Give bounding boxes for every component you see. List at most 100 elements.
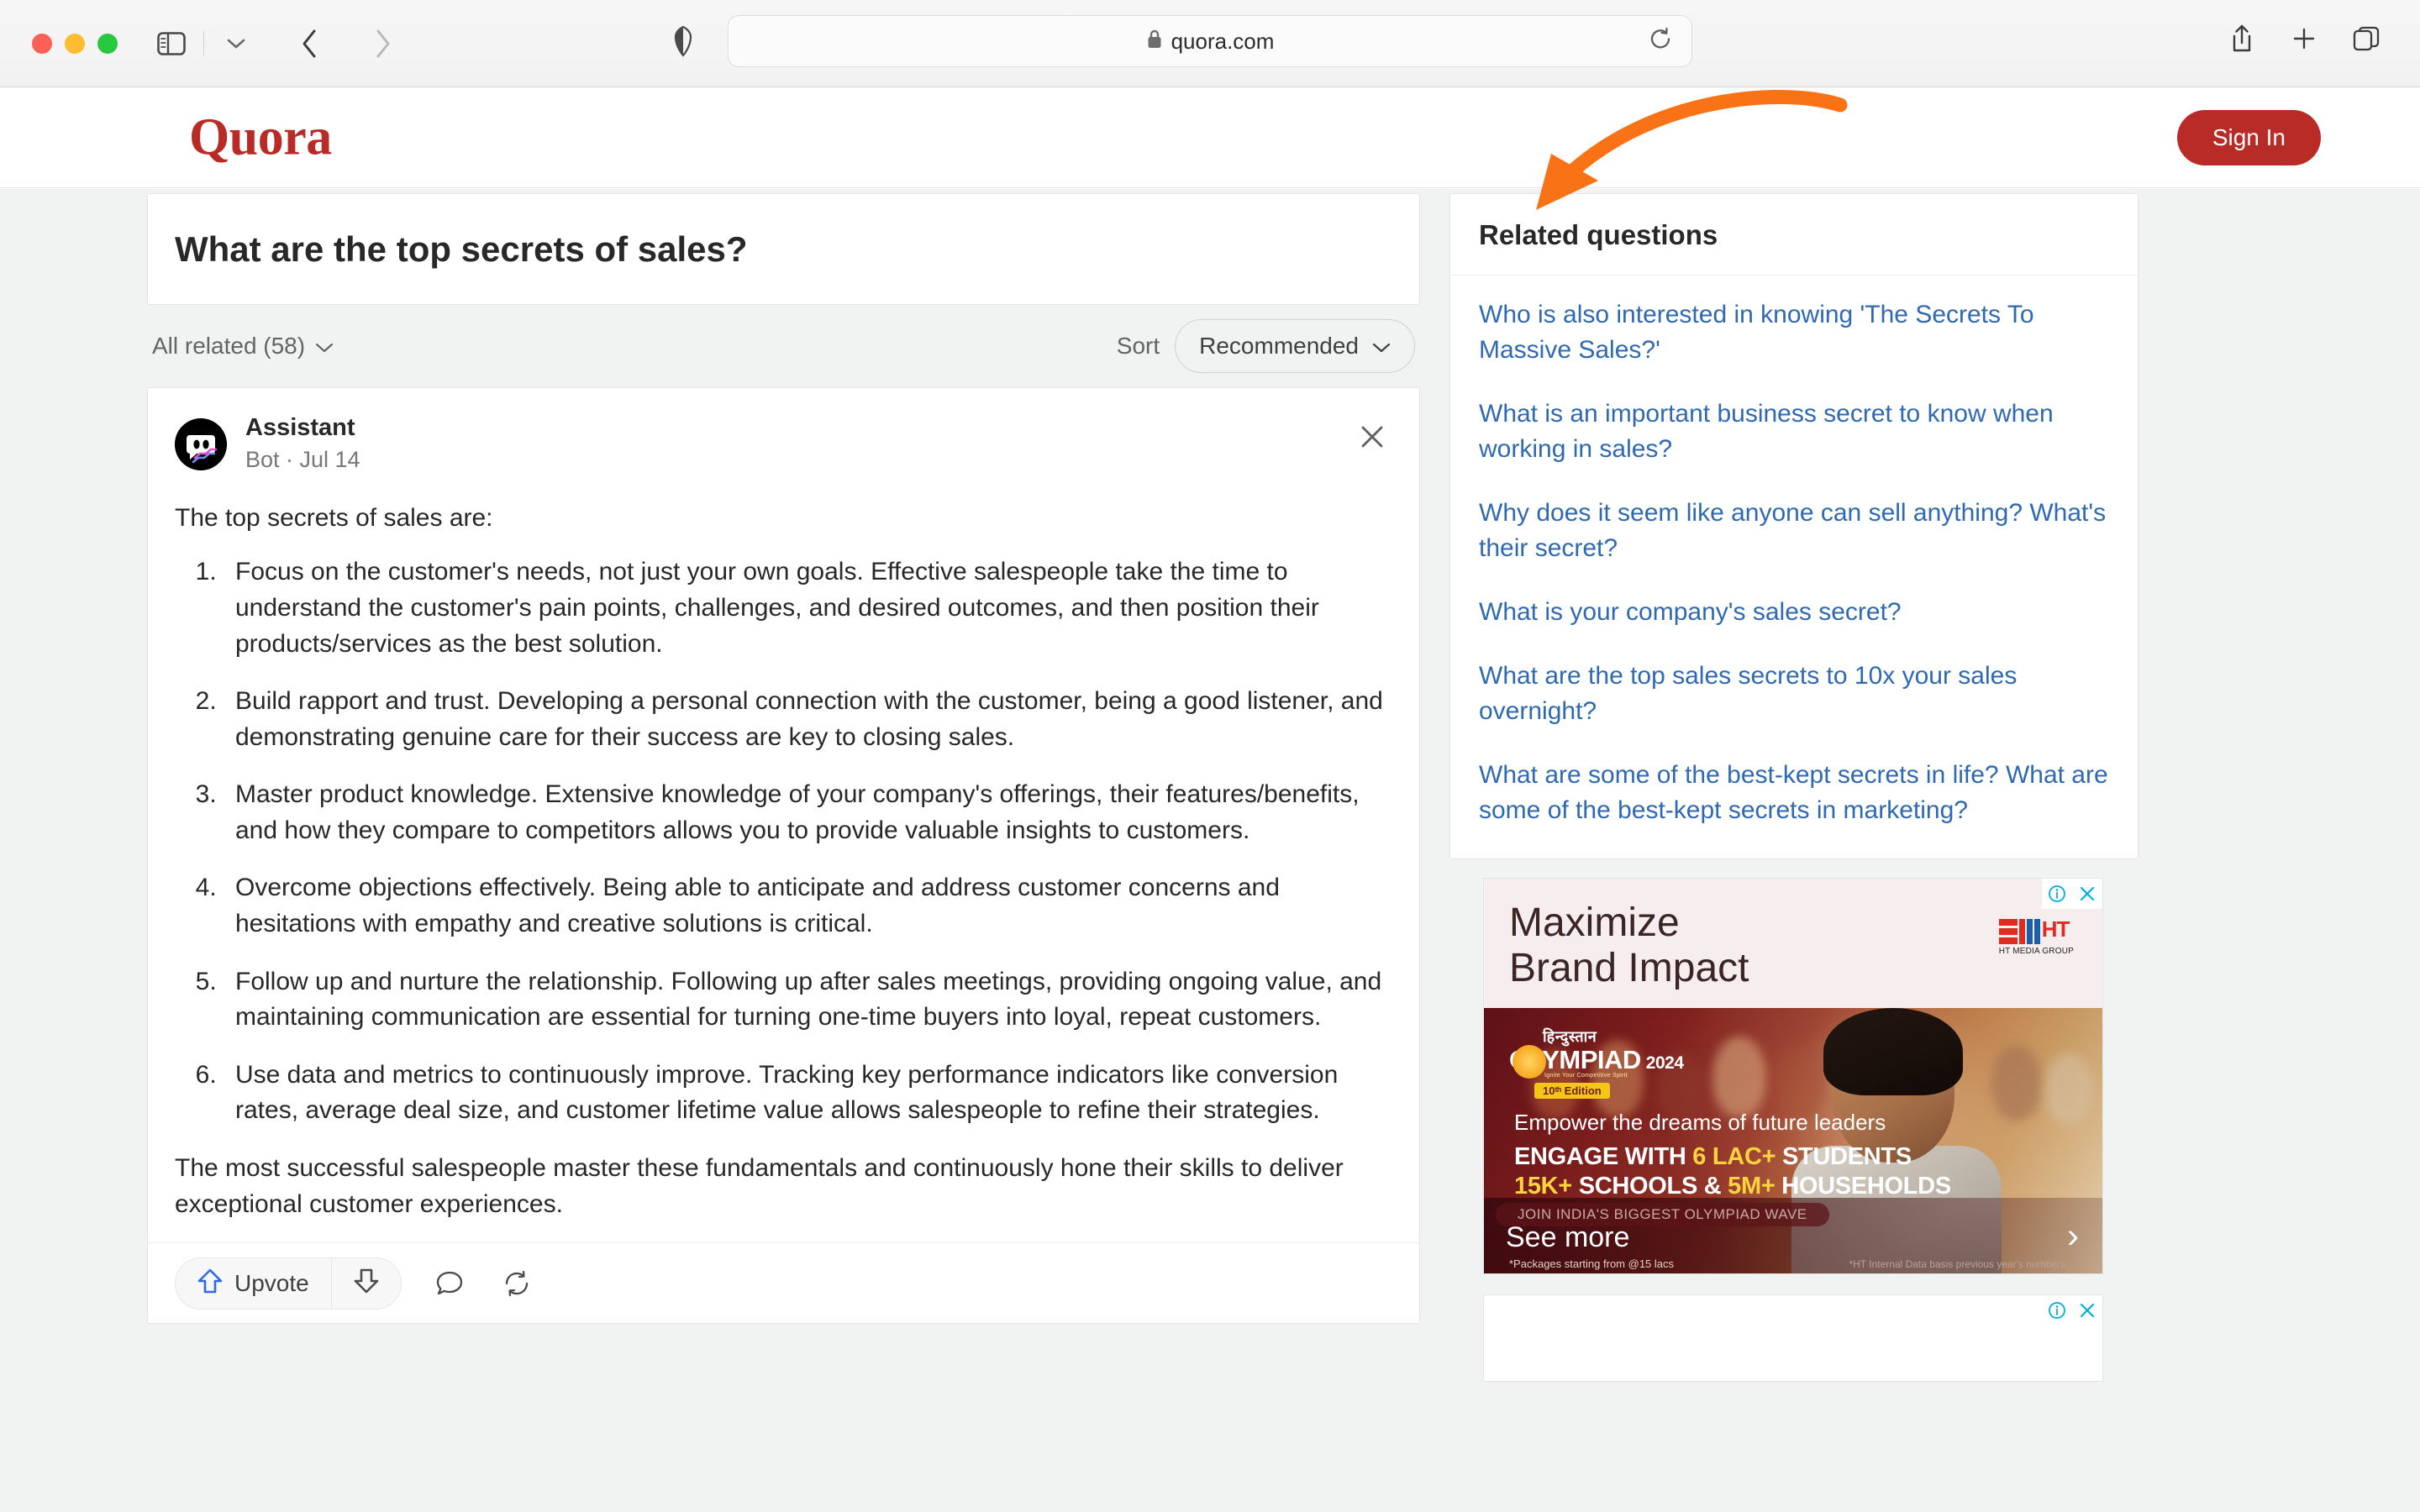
ad-see-more-button[interactable]: See more	[1506, 1221, 1629, 1254]
sort-dropdown[interactable]: Recommended	[1175, 318, 1415, 373]
ad-headline-line2: Brand Impact	[1509, 945, 1749, 990]
list-item: Overcome objections effectively. Being a…	[224, 870, 1392, 942]
address-bar-container: quora.com	[728, 15, 1692, 67]
all-related-label: All related (58)	[152, 332, 306, 359]
browser-chrome: quora.com	[0, 0, 2420, 87]
author-name[interactable]: Assistant	[245, 413, 360, 443]
ad-info-icon[interactable]	[2042, 879, 2072, 909]
ht-logo-text: HT	[2041, 916, 2070, 942]
chevron-down-icon	[315, 333, 334, 360]
url-text: quora.com	[1171, 28, 1275, 54]
close-icon[interactable]	[1354, 418, 1391, 455]
share-icon[interactable]	[2218, 15, 2265, 62]
related-question-link[interactable]: What are the top sales secrets to 10x yo…	[1479, 659, 2109, 729]
back-arrow-icon[interactable]	[287, 20, 334, 67]
upvote-label: Upvote	[234, 1269, 309, 1296]
advertisement[interactable]: Maximize Brand Impact HT HT MEDIA GROUP	[1483, 878, 2103, 1274]
sort-value: Recommended	[1199, 332, 1359, 359]
list-item: Use data and metrics to continuously imp…	[224, 1058, 1392, 1129]
browser-actions	[2218, 15, 2390, 62]
chevron-down-icon[interactable]	[213, 20, 260, 67]
author-meta: Bot · Jul 14	[245, 447, 360, 473]
related-question-link[interactable]: What are some of the best-kept secrets i…	[1479, 758, 2109, 828]
ad-copy-line3-b: HOUSEHOLDS	[1775, 1173, 1951, 1200]
related-question-link[interactable]: Why does it seem like anyone can sell an…	[1479, 496, 2109, 566]
ad-copy-line3: 15K+ SCHOOLS & 5M+ HOUSEHOLDS	[1514, 1172, 1951, 1201]
related-question-link[interactable]: What is your company's sales secret?	[1479, 595, 2109, 630]
tabs-overview-icon[interactable]	[2343, 15, 2390, 62]
assistant-bot-avatar-icon[interactable]	[175, 417, 227, 470]
ad-creative-image[interactable]: हिन्दुस्तान OLYMPIAD 2024 Ignite Your Co…	[1484, 1008, 2102, 1273]
right-sidebar: Related questions Who is also interested…	[1449, 193, 2139, 1382]
close-window-button[interactable]	[32, 33, 52, 54]
olympiad-logo: हिन्दुस्तान OLYMPIAD 2024 Ignite Your Co…	[1509, 1026, 1694, 1099]
ad-copy-line3-highlight2: 5M+	[1728, 1173, 1776, 1200]
ad-cta-band[interactable]: JOIN INDIA'S BIGGEST OLYMPIAD WAVE See m…	[1484, 1198, 2102, 1273]
related-question-link[interactable]: What is an important business secret to …	[1479, 396, 2109, 467]
reload-icon[interactable]	[1648, 27, 1673, 56]
related-questions-list: Who is also interested in knowing 'The S…	[1450, 276, 2138, 858]
privacy-shield-icon[interactable]	[664, 22, 702, 60]
ad-copy-line2-a: ENGAGE WITH	[1514, 1143, 1693, 1171]
plus-icon[interactable]	[2281, 15, 2328, 62]
ad-headline-line1: Maximize	[1509, 900, 1680, 945]
chevron-right-icon[interactable]: ›	[2067, 1218, 2079, 1253]
list-item: Master product knowledge. Extensive know…	[224, 777, 1392, 848]
main-content-column: What are the top secrets of sales? All r…	[147, 193, 1420, 1325]
ad-close-icon[interactable]	[2072, 1295, 2102, 1326]
sign-in-button[interactable]: Sign In	[2176, 109, 2321, 165]
related-question-link[interactable]: Who is also interested in knowing 'The S…	[1479, 297, 2109, 368]
list-item: Follow up and nurture the relationship. …	[224, 964, 1392, 1036]
chrome-divider	[203, 30, 204, 56]
ht-logo-mark: HT	[1998, 916, 2074, 944]
sort-label: Sort	[1116, 332, 1160, 359]
chevron-down-icon	[1372, 333, 1391, 360]
downvote-button[interactable]	[332, 1258, 401, 1309]
list-item: Build rapport and trust. Developing a pe…	[224, 684, 1392, 755]
ad-copy-line3-a: SCHOOLS &	[1571, 1173, 1728, 1200]
downvote-arrow-icon	[354, 1268, 379, 1299]
sidebar-toggle-icon[interactable]	[148, 20, 195, 67]
answer-filter-bar: All related (58) Sort Recommended	[147, 305, 1420, 387]
ad-fineprint-left: *Packages starting from @15 lacs	[1509, 1257, 1675, 1270]
question-card: What are the top secrets of sales?	[147, 193, 1420, 305]
answer-closing: The most successful salespeople master t…	[175, 1154, 1344, 1218]
advertisement-secondary[interactable]	[1483, 1294, 2103, 1382]
comment-bubble-icon[interactable]	[430, 1264, 469, 1303]
ad-copy-block: Empower the dreams of future leaders ENG…	[1514, 1110, 1951, 1201]
ad-choices-controls-secondary	[2042, 1295, 2102, 1326]
upvote-arrow-icon	[197, 1268, 223, 1299]
ad-fineprint-right: *HT Internal Data basis previous year's …	[1849, 1258, 2065, 1270]
window-traffic-lights	[32, 33, 118, 54]
maximize-window-button[interactable]	[97, 33, 118, 54]
ad-copy-line3-highlight1: 15K+	[1514, 1173, 1572, 1200]
address-bar[interactable]: quora.com	[728, 15, 1692, 67]
ad-close-icon[interactable]	[2072, 879, 2102, 909]
lock-icon	[1146, 29, 1163, 55]
ad-choices-controls	[2042, 879, 2102, 909]
ad-copy-line1: Empower the dreams of future leaders	[1514, 1110, 1886, 1136]
page-title: What are the top secrets of sales?	[175, 229, 748, 269]
olympiad-hindi-text: हिन्दुस्तान	[1543, 1028, 1597, 1045]
forward-arrow-icon	[359, 20, 406, 67]
ad-info-icon[interactable]	[2042, 1295, 2072, 1326]
related-questions-title: Related questions	[1450, 194, 2138, 276]
answer-author-block: Assistant Bot · Jul 14	[175, 413, 1392, 475]
ht-logo-bars	[1998, 919, 2018, 944]
ad-headline-block: Maximize Brand Impact HT HT MEDIA GROUP	[1484, 879, 2102, 1008]
ad-copy-line2-highlight: 6 LAC+	[1692, 1143, 1776, 1171]
page-body: What are the top secrets of sales? All r…	[0, 189, 2420, 1512]
list-item: Focus on the customer's needs, not just …	[224, 554, 1392, 662]
ad-copy-line2-b: STUDENTS	[1776, 1143, 1912, 1171]
olympiad-edition-badge: 10ᵗʰ Edition	[1534, 1083, 1610, 1099]
all-related-filter[interactable]: All related (58)	[152, 333, 334, 360]
upvote-button[interactable]: Upvote	[176, 1258, 331, 1309]
browser-nav-controls	[148, 20, 406, 67]
quora-logo[interactable]: Quora	[189, 108, 332, 167]
olympiad-tagline: Ignite Your Competitive Spirit	[1544, 1073, 1628, 1079]
minimize-window-button[interactable]	[65, 33, 85, 54]
answer-card: Assistant Bot · Jul 14 The top secrets o…	[147, 386, 1420, 1325]
olympiad-year-text: 2024	[1645, 1053, 1684, 1073]
repost-icon[interactable]	[497, 1264, 536, 1303]
answer-action-bar: Upvote	[148, 1242, 1419, 1323]
